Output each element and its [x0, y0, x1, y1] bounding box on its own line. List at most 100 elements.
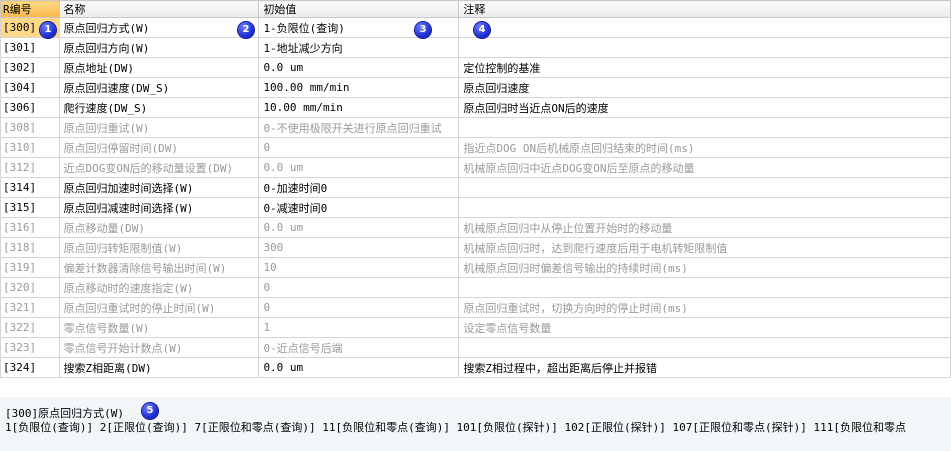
cell-name: 零点信号数量(W)	[58, 317, 260, 338]
cell-initial-value[interactable]: 0-不使用极限开关进行原点回归重试	[258, 117, 460, 138]
cell-note: 搜索Z相过程中，超出距离后停止并报错	[458, 357, 951, 378]
cell-no: [310]	[0, 137, 60, 158]
cell-note: 原点回归速度	[458, 77, 951, 98]
cell-name: 偏差计数器清除信号输出时间(W)	[58, 257, 260, 278]
cell-no: [316]	[0, 217, 60, 238]
cell-no: [314]	[0, 177, 60, 198]
marker-badge-2: 2	[238, 22, 254, 38]
table-row[interactable]: [315] 原点回归减速时间选择(W) 0-减速时间0	[0, 197, 951, 218]
cell-initial-value[interactable]: 0.0 um	[258, 217, 460, 238]
parameter-grid: R编号 名称 初始值 注释 [300] 原点回归方式(W) 1-负限位(查询) [30…	[0, 0, 951, 378]
cell-initial-value[interactable]: 100.00 mm/min	[258, 77, 460, 98]
cell-initial-value[interactable]: 10.00 mm/min	[258, 97, 460, 118]
cell-note: 机械原点回归中从停止位置开始时的移动量	[458, 217, 951, 238]
cell-no: [312]	[0, 157, 60, 178]
cell-note	[458, 337, 951, 358]
cell-no: [306]	[0, 97, 60, 118]
cell-no: [323]	[0, 337, 60, 358]
table-row[interactable]: [320] 原点移动时的速度指定(W) 0	[0, 277, 951, 298]
cell-name: 原点回归减速时间选择(W)	[58, 197, 260, 218]
cell-note	[458, 117, 951, 138]
description-panel: [300]原点回归方式(W) 1[负限位(查询)] 2[正限位(查询)] 7[正…	[0, 397, 951, 451]
cell-note: 指近点DOG ON后机械原点回归结束的时间(ms)	[458, 137, 951, 158]
parameter-table: R编号 名称 初始值 注释 [300] 原点回归方式(W) 1-负限位(查询) [30…	[0, 0, 951, 378]
cell-name: 原点回归速度(DW_S)	[58, 77, 260, 98]
cell-initial-value[interactable]: 0-减速时间0	[258, 197, 460, 218]
table-row[interactable]: [310] 原点回归停留时间(DW) 0 指近点DOG ON后机械原点回归结束的时间(…	[0, 137, 951, 158]
table-body: [300] 原点回归方式(W) 1-负限位(查询) [301] 原点回归方向(W) 1-地…	[0, 17, 951, 378]
table-row[interactable]: [312] 近点DOG变ON后的移动量设置(DW) 0.0 um 机械原点回归中近点D…	[0, 157, 951, 178]
cell-initial-value[interactable]: 10	[258, 257, 460, 278]
cell-no: [322]	[0, 317, 60, 338]
cell-name: 零点信号开始计数点(W)	[58, 337, 260, 358]
table-row[interactable]: [318] 原点回归转矩限制值(W) 300 机械原点回归时，达到爬行速度后用于电机转…	[0, 237, 951, 258]
table-row[interactable]: [308] 原点回归重试(W) 0-不使用极限开关进行原点回归重试	[0, 117, 951, 138]
cell-initial-value[interactable]: 0	[258, 277, 460, 298]
cell-no: [319]	[0, 257, 60, 278]
cell-no: [304]	[0, 77, 60, 98]
table-row[interactable]: [302] 原点地址(DW) 0.0 um 定位控制的基准	[0, 57, 951, 78]
cell-initial-value[interactable]: 0.0 um	[258, 57, 460, 78]
marker-badge-3: 3	[415, 22, 431, 38]
cell-no: [324]	[0, 357, 60, 378]
cell-name: 原点回归方向(W)	[58, 37, 260, 58]
cell-name: 原点移动量(DW)	[58, 217, 260, 238]
table-row[interactable]: [322] 零点信号数量(W) 1 设定零点信号数量	[0, 317, 951, 338]
cell-note	[458, 177, 951, 198]
cell-initial-value[interactable]: 0	[258, 137, 460, 158]
cell-initial-value[interactable]: 0-加速时间0	[258, 177, 460, 198]
cell-initial-value[interactable]: 300	[258, 237, 460, 258]
cell-name: 搜索Z相距离(DW)	[58, 357, 260, 378]
cell-initial-value[interactable]: 1-地址减少方向	[258, 37, 460, 58]
table-row[interactable]: [324] 搜索Z相距离(DW) 0.0 um 搜索Z相过程中，超出距离后停止并报错	[0, 357, 951, 378]
cell-name: 原点回归重试(W)	[58, 117, 260, 138]
cell-name: 原点回归转矩限制值(W)	[58, 237, 260, 258]
header-note[interactable]: 注释	[458, 0, 951, 18]
cell-initial-value[interactable]: 1	[258, 317, 460, 338]
cell-initial-value[interactable]: 0	[258, 297, 460, 318]
marker-badge-4: 4	[474, 22, 490, 38]
marker-badge-5: 5	[142, 403, 158, 419]
table-row[interactable]: [314] 原点回归加速时间选择(W) 0-加速时间0	[0, 177, 951, 198]
cell-name: 原点回归方式(W)	[58, 17, 260, 38]
cell-name: 爬行速度(DW_S)	[58, 97, 260, 118]
header-no[interactable]: R编号	[0, 0, 60, 18]
description-options: 1[负限位(查询)] 2[正限位(查询)] 7[正限位和零点(查询)] 11[负…	[5, 421, 906, 434]
cell-note: 机械原点回归时，达到爬行速度后用于电机转矩限制值	[458, 237, 951, 258]
table-header-row: R编号 名称 初始值 注释	[0, 0, 951, 18]
header-initial-value[interactable]: 初始值	[258, 0, 460, 18]
cell-initial-value[interactable]: 0.0 um	[258, 157, 460, 178]
cell-no: [302]	[0, 57, 60, 78]
cell-note: 原点回归时当近点ON后的速度	[458, 97, 951, 118]
marker-badge-1: 1	[40, 22, 56, 38]
cell-initial-value[interactable]: 0.0 um	[258, 357, 460, 378]
table-row[interactable]: [323] 零点信号开始计数点(W) 0-近点信号后端	[0, 337, 951, 358]
cell-note: 机械原点回归中近点DOG变ON后至原点的移动量	[458, 157, 951, 178]
cell-name: 原点回归重试时的停止时间(W)	[58, 297, 260, 318]
cell-note	[458, 197, 951, 218]
cell-name: 原点回归停留时间(DW)	[58, 137, 260, 158]
cell-name: 原点移动时的速度指定(W)	[58, 277, 260, 298]
cell-note: 机械原点回归时偏差信号输出的持续时间(ms)	[458, 257, 951, 278]
table-row[interactable]: [319] 偏差计数器清除信号输出时间(W) 10 机械原点回归时偏差信号输出的持续时…	[0, 257, 951, 278]
cell-no: [321]	[0, 297, 60, 318]
cell-no: [308]	[0, 117, 60, 138]
cell-initial-value[interactable]: 0-近点信号后端	[258, 337, 460, 358]
cell-name: 原点回归加速时间选择(W)	[58, 177, 260, 198]
cell-no: [318]	[0, 237, 60, 258]
cell-name: 原点地址(DW)	[58, 57, 260, 78]
cell-note: 原点回归重试时，切换方向时的停止时间(ms)	[458, 297, 951, 318]
cell-note	[458, 17, 951, 38]
table-row[interactable]: [301] 原点回归方向(W) 1-地址减少方向	[0, 37, 951, 58]
cell-name: 近点DOG变ON后的移动量设置(DW)	[58, 157, 260, 178]
table-row[interactable]: [304] 原点回归速度(DW_S) 100.00 mm/min 原点回归速度	[0, 77, 951, 98]
cell-no: [301]	[0, 37, 60, 58]
table-row[interactable]: [321] 原点回归重试时的停止时间(W) 0 原点回归重试时，切换方向时的停止时间(…	[0, 297, 951, 318]
cell-note: 设定零点信号数量	[458, 317, 951, 338]
cell-note: 定位控制的基准	[458, 57, 951, 78]
cell-no: [315]	[0, 197, 60, 218]
header-name[interactable]: 名称	[58, 0, 260, 18]
table-row[interactable]: [306] 爬行速度(DW_S) 10.00 mm/min 原点回归时当近点ON后的速…	[0, 97, 951, 118]
table-row[interactable]: [316] 原点移动量(DW) 0.0 um 机械原点回归中从停止位置开始时的移动量	[0, 217, 951, 238]
cell-note	[458, 37, 951, 58]
